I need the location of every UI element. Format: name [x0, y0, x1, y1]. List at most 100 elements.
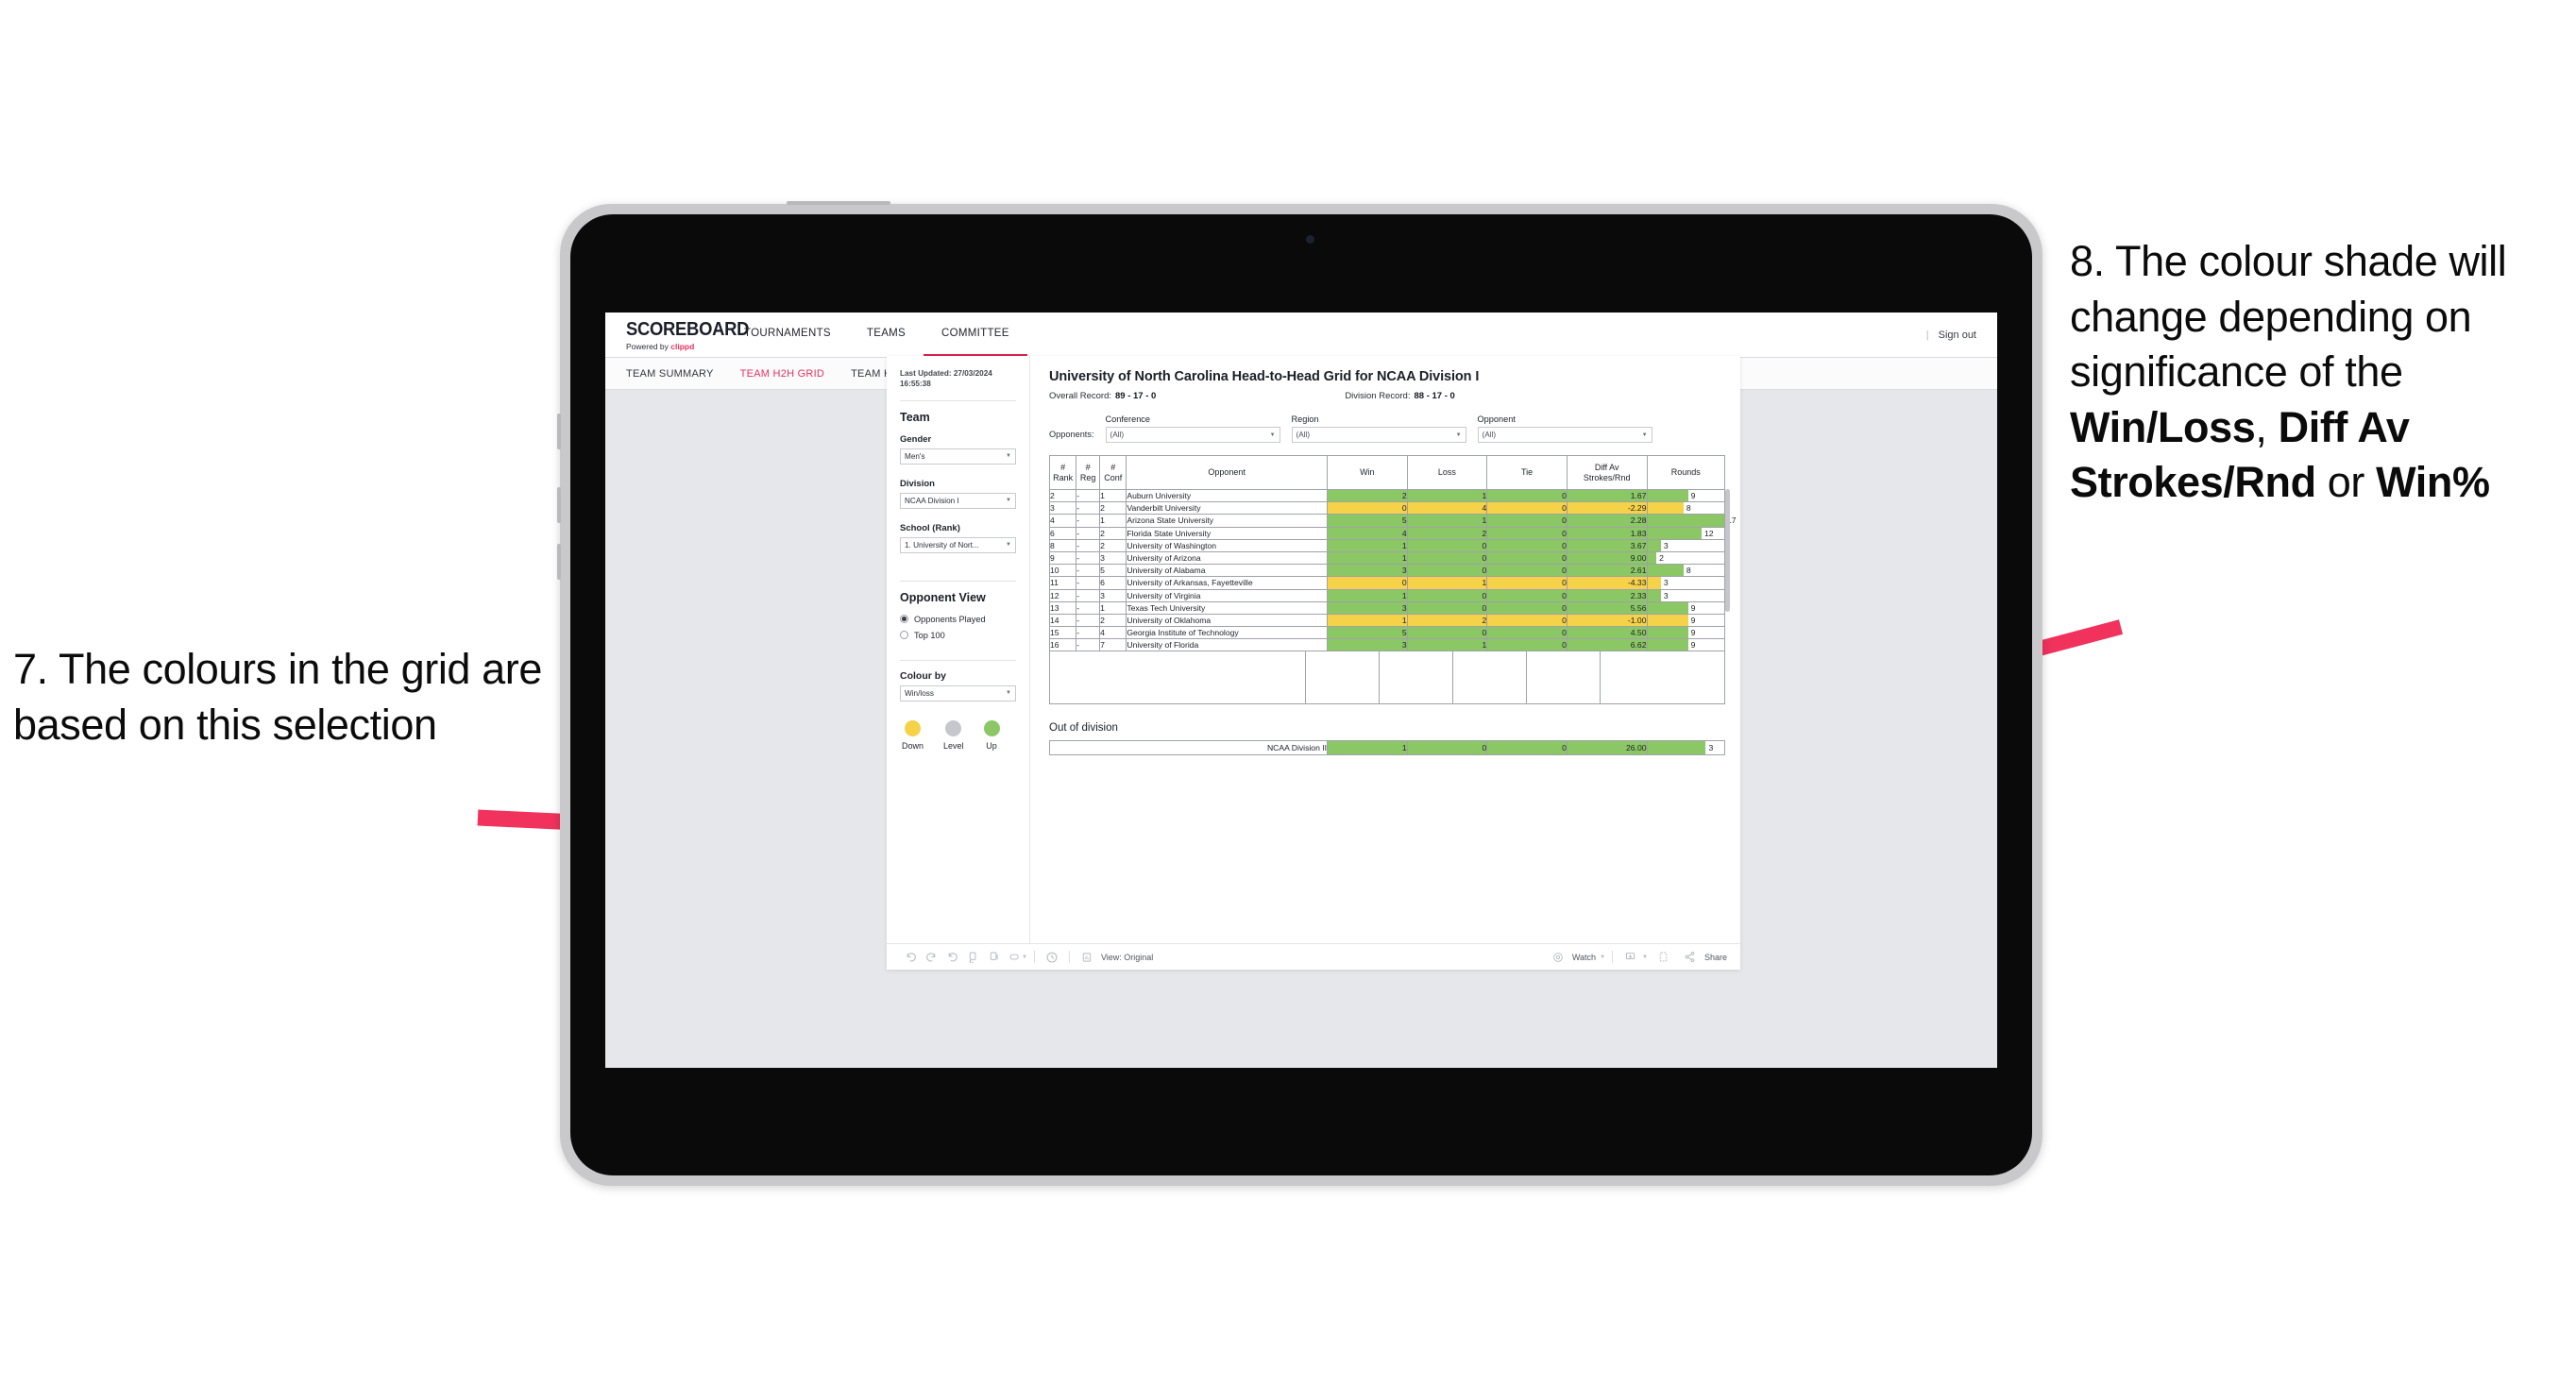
radio-top-100[interactable]: Top 100: [900, 631, 1016, 640]
table-row[interactable]: 10-5 University of Alabama 3 0 0 2.61 8: [1048, 564, 1725, 578]
cell-reg: -: [1076, 613, 1101, 628]
filter-region-select[interactable]: (All) ▼: [1291, 427, 1466, 443]
device-button-volume-up[interactable]: [557, 414, 561, 449]
table-row[interactable]: 12-3 University of Virginia 1 0 0 2.33 3: [1048, 588, 1725, 602]
col-header-opponent[interactable]: Opponent: [1126, 455, 1328, 490]
nav-item-teams[interactable]: TEAMS: [849, 313, 924, 357]
col-header-diff[interactable]: Diff Av Strokes/Rnd: [1566, 455, 1648, 490]
table-row[interactable]: 15-4 Georgia Institute of Technology 5 0 0 4.…: [1048, 626, 1725, 640]
toolbar-divider: [1033, 951, 1035, 963]
device-button-volume-down[interactable]: [557, 487, 561, 523]
annotation-left-text: 7. The colours in the grid are based on …: [13, 645, 542, 749]
table-row[interactable]: 6-2 Florida State University 4 2 0 1.83 12: [1048, 526, 1725, 540]
table-row[interactable]: 14-2 University of Oklahoma 1 2 0 -1.00 9: [1048, 613, 1725, 628]
table-row[interactable]: 16-7 University of Florida 3 1 0 6.62 9: [1048, 638, 1725, 652]
division-select[interactable]: NCAA Division I ▼: [900, 492, 1016, 509]
signout-link[interactable]: Sign out: [1939, 330, 1976, 341]
col-header-rank[interactable]: # Rank: [1048, 455, 1077, 490]
division-record-value: 88 - 17 - 0: [1414, 391, 1455, 401]
redo-icon[interactable]: [921, 947, 941, 968]
legend-label-level: Level: [943, 740, 964, 751]
table-row[interactable]: 11-6 University of Arkansas, Fayetteville…: [1048, 576, 1725, 590]
view-original-label[interactable]: View: Original: [1101, 953, 1153, 962]
table-row[interactable]: 4-1 Arizona State University 5 1 0 2.28 17: [1048, 514, 1737, 528]
annotation-right: 8. The colour shade will change dependin…: [2070, 234, 2570, 511]
table-row[interactable]: 13-1 Texas Tech University 3 0 0 5.56 9: [1048, 600, 1725, 615]
field-school: School (Rank) 1. University of Nort... ▼: [900, 523, 1016, 553]
cell-reg: -: [1076, 514, 1101, 528]
cell-win: 5: [1327, 626, 1408, 640]
annotation-text-run: ,: [2255, 402, 2279, 451]
col-header-rounds[interactable]: Rounds: [1646, 455, 1725, 490]
cell-diff: 26.00: [1566, 740, 1648, 756]
device-preview-icon[interactable]: [1653, 947, 1674, 968]
page-title: University of North Carolina Head-to-Hea…: [1049, 369, 1480, 384]
chevron-down-icon: ▼: [1641, 431, 1648, 438]
colour-by-select[interactable]: Win/loss ▼: [900, 685, 1016, 701]
division-value: NCAA Division I: [905, 496, 959, 505]
filter-opponent-select[interactable]: (All) ▼: [1477, 427, 1652, 443]
rounds-value: 3: [1663, 590, 1669, 600]
col-header-loss[interactable]: Loss: [1406, 455, 1488, 490]
rounds-bar: [1647, 639, 1688, 651]
cell-loss: 0: [1406, 600, 1488, 615]
table-row[interactable]: 3-2 Vanderbilt University 0 4 0 -2.29 8: [1048, 501, 1725, 516]
revert-icon[interactable]: [941, 947, 962, 968]
chevron-down-icon[interactable]: ▼: [1600, 955, 1605, 960]
undo-icon[interactable]: [900, 947, 921, 968]
out-of-division-row[interactable]: NCAA Division II 1 0 0 26.00 3: [1048, 740, 1726, 756]
col-header-conf[interactable]: # Conf: [1099, 455, 1127, 490]
school-select[interactable]: 1. University of Nort... ▼: [900, 536, 1016, 553]
col-header-win[interactable]: Win: [1327, 455, 1408, 490]
school-value: 1. University of Nort...: [905, 540, 979, 549]
last-updated-label: Last Updated: 27/03/2024 16:55:38: [900, 369, 992, 388]
radio-opponents-played[interactable]: Opponents Played: [900, 615, 1016, 624]
tablet-device: SCOREBOARD Powered by clippd TOURNAMENTS…: [557, 201, 2042, 1186]
cell-loss: 0: [1406, 550, 1488, 566]
view-original-icon[interactable]: [1076, 947, 1097, 968]
filter-conference-select[interactable]: (All) ▼: [1105, 427, 1280, 443]
cell-rounds: 3: [1646, 740, 1726, 756]
chevron-down-icon[interactable]: ▼: [1022, 955, 1027, 960]
watch-icon[interactable]: [1548, 947, 1568, 968]
cell-conf: 2: [1099, 538, 1127, 552]
cell-conf: 6: [1099, 576, 1127, 590]
chevron-down-icon[interactable]: ▼: [1642, 955, 1648, 960]
rounds-bar: [1647, 577, 1661, 589]
table-row[interactable]: 8-2 University of Washington 1 0 0 3.67 3: [1048, 538, 1725, 552]
cell-conf: 1: [1099, 514, 1127, 528]
watch-label[interactable]: Watch: [1572, 953, 1596, 962]
share-icon[interactable]: [1680, 947, 1701, 968]
refresh-icon[interactable]: [962, 947, 983, 968]
col-header-reg[interactable]: # Reg: [1076, 455, 1101, 490]
table-row[interactable]: 9-3 University of Arizona 1 0 0 9.00 2: [1048, 550, 1725, 566]
h2h-grid-wrapper: # Rank # Reg # Conf Opponent Win Loss Tie D…: [1048, 455, 1737, 705]
tablet-screen: SCOREBOARD Powered by clippd TOURNAMENTS…: [570, 214, 2032, 1175]
cell-reg: -: [1076, 538, 1101, 552]
table-row[interactable]: 2-1 Auburn University 2 1 0 1.67 9: [1048, 488, 1725, 503]
cell-diff: -2.29: [1566, 501, 1648, 516]
cell-tie: 0: [1486, 538, 1568, 552]
cell-diff: 9.00: [1566, 550, 1648, 566]
col-header-tie[interactable]: Tie: [1486, 455, 1568, 490]
nav-item-committee[interactable]: COMMITTEE: [924, 313, 1027, 357]
gender-select[interactable]: Men's ▼: [900, 448, 1016, 465]
app-logo[interactable]: SCOREBOARD Powered by clippd: [605, 313, 749, 357]
history-icon[interactable]: [1042, 947, 1062, 968]
cell-reg: -: [1076, 550, 1101, 566]
pause-auto-update-icon[interactable]: [983, 947, 1004, 968]
share-label[interactable]: Share: [1704, 953, 1727, 962]
cell-rank: 12: [1048, 588, 1077, 602]
subnav-item-team-summary[interactable]: TEAM SUMMARY: [626, 368, 714, 380]
device-button-power[interactable]: [557, 544, 561, 580]
panel-heading-opponent-view: Opponent View: [900, 590, 986, 604]
cell-win: 3: [1327, 638, 1408, 652]
filter-opponent-value: (All): [1482, 431, 1497, 439]
subnav-item-team-h2h-grid[interactable]: TEAM H2H GRID: [740, 368, 824, 380]
cell-win: 5: [1327, 514, 1408, 528]
visualization-area: University of North Carolina Head-to-Hea…: [1030, 356, 1740, 943]
overall-record-label: Overall Record:: [1049, 391, 1111, 401]
panel-divider-1: [900, 399, 1016, 401]
download-icon[interactable]: [1619, 947, 1640, 968]
grid-scrollbar[interactable]: [1725, 489, 1730, 612]
